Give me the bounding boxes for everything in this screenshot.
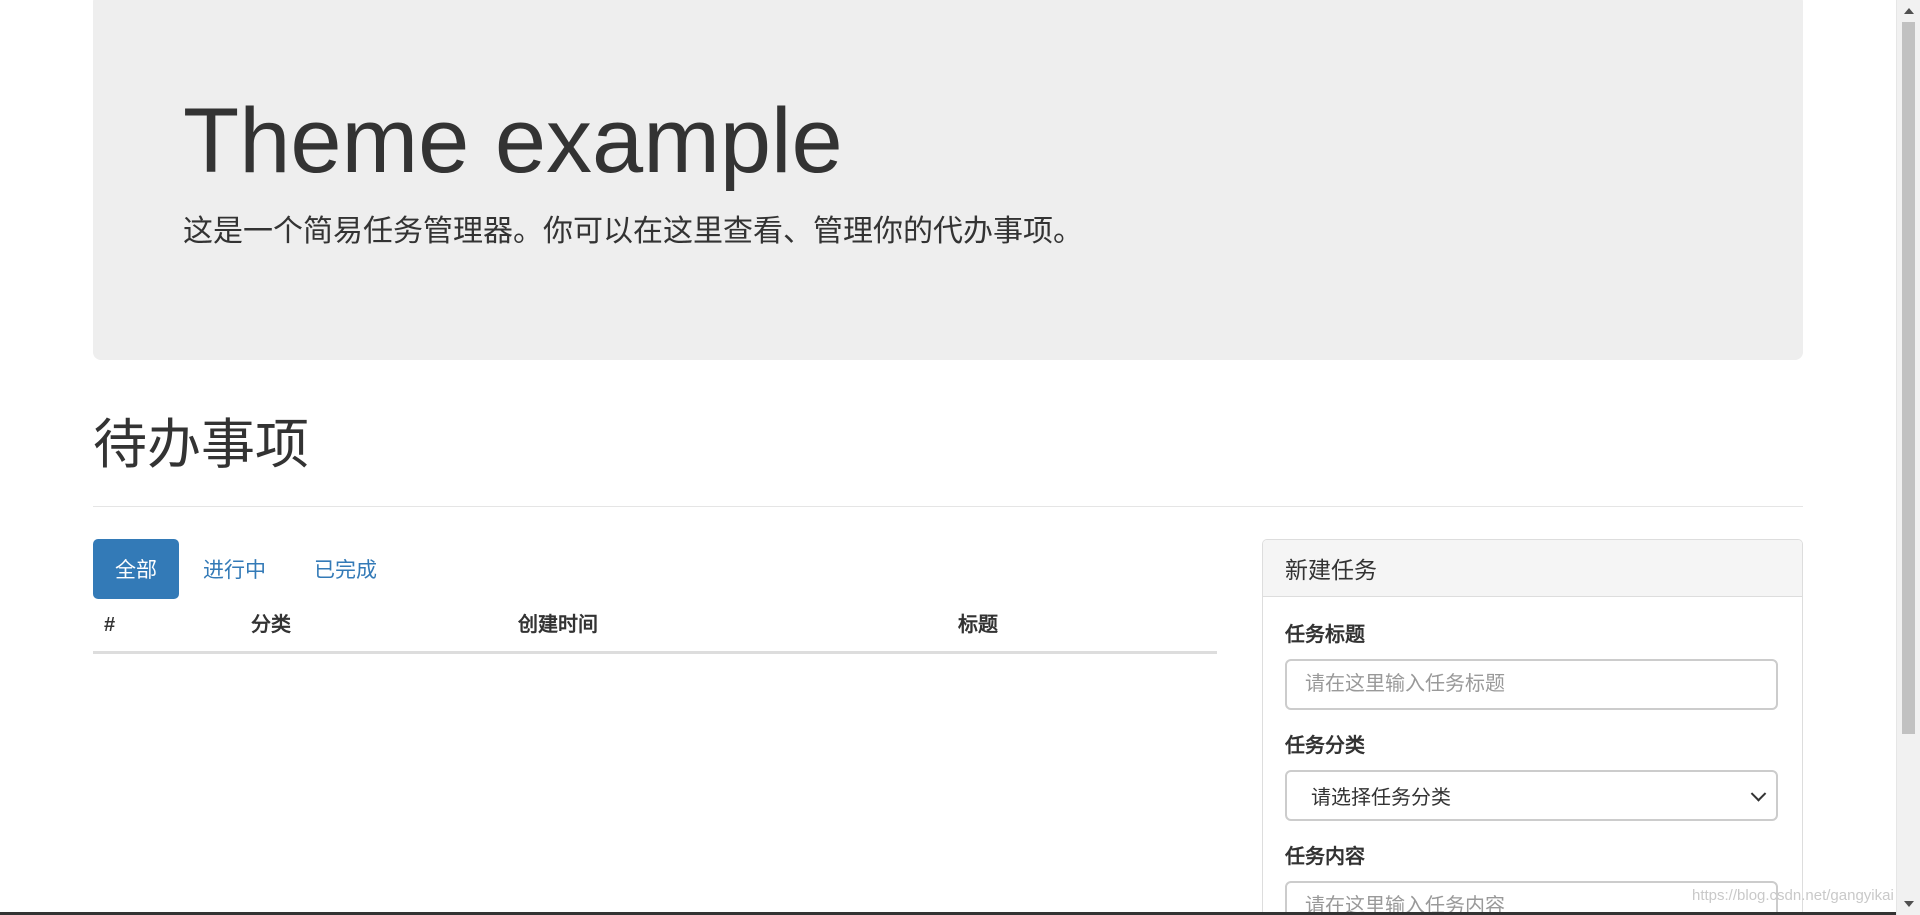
task-title-input[interactable]	[1285, 659, 1778, 710]
column-header-index[interactable]: #	[104, 612, 115, 638]
filter-pills: 全部 进行中 已完成	[93, 539, 401, 599]
jumbotron-title: Theme example	[183, 90, 843, 192]
task-table: # 分类 创建时间 标题	[93, 602, 1217, 654]
new-task-panel: 新建任务 任务标题 任务分类 请选择任务分类 任务内容	[1262, 539, 1803, 915]
page-scrollbar[interactable]	[1896, 0, 1920, 915]
jumbotron-lead: 这是一个简易任务管理器。你可以在这里查看、管理你的代办事项。	[183, 215, 1083, 248]
scroll-up-arrow-icon[interactable]	[1904, 8, 1914, 14]
column-header-created-time[interactable]: 创建时间	[518, 612, 598, 638]
column-header-category[interactable]: 分类	[251, 612, 291, 638]
section-divider	[93, 506, 1803, 507]
filter-pill-in-progress[interactable]: 进行中	[179, 539, 290, 599]
filter-pill-all[interactable]: 全部	[93, 539, 179, 599]
jumbotron: Theme example 这是一个简易任务管理器。你可以在这里查看、管理你的代…	[93, 0, 1803, 360]
page-title: 待办事项	[93, 415, 309, 475]
page: Theme example 这是一个简易任务管理器。你可以在这里查看、管理你的代…	[0, 0, 1920, 915]
filter-pill-completed[interactable]: 已完成	[290, 539, 401, 599]
task-category-selected: 请选择任务分类	[1311, 787, 1451, 809]
task-category-label: 任务分类	[1285, 735, 1365, 757]
panel-heading: 新建任务	[1263, 540, 1802, 597]
task-content-label: 任务内容	[1285, 846, 1365, 868]
chevron-down-icon	[1750, 785, 1767, 802]
scrollbar-thumb[interactable]	[1902, 22, 1915, 734]
column-header-title[interactable]: 标题	[958, 612, 998, 638]
scroll-down-arrow-icon[interactable]	[1904, 901, 1914, 907]
task-category-select[interactable]: 请选择任务分类	[1285, 770, 1778, 821]
watermark: https://blog.csdn.net/gangyikai	[1692, 887, 1894, 904]
task-title-label: 任务标题	[1285, 624, 1365, 646]
